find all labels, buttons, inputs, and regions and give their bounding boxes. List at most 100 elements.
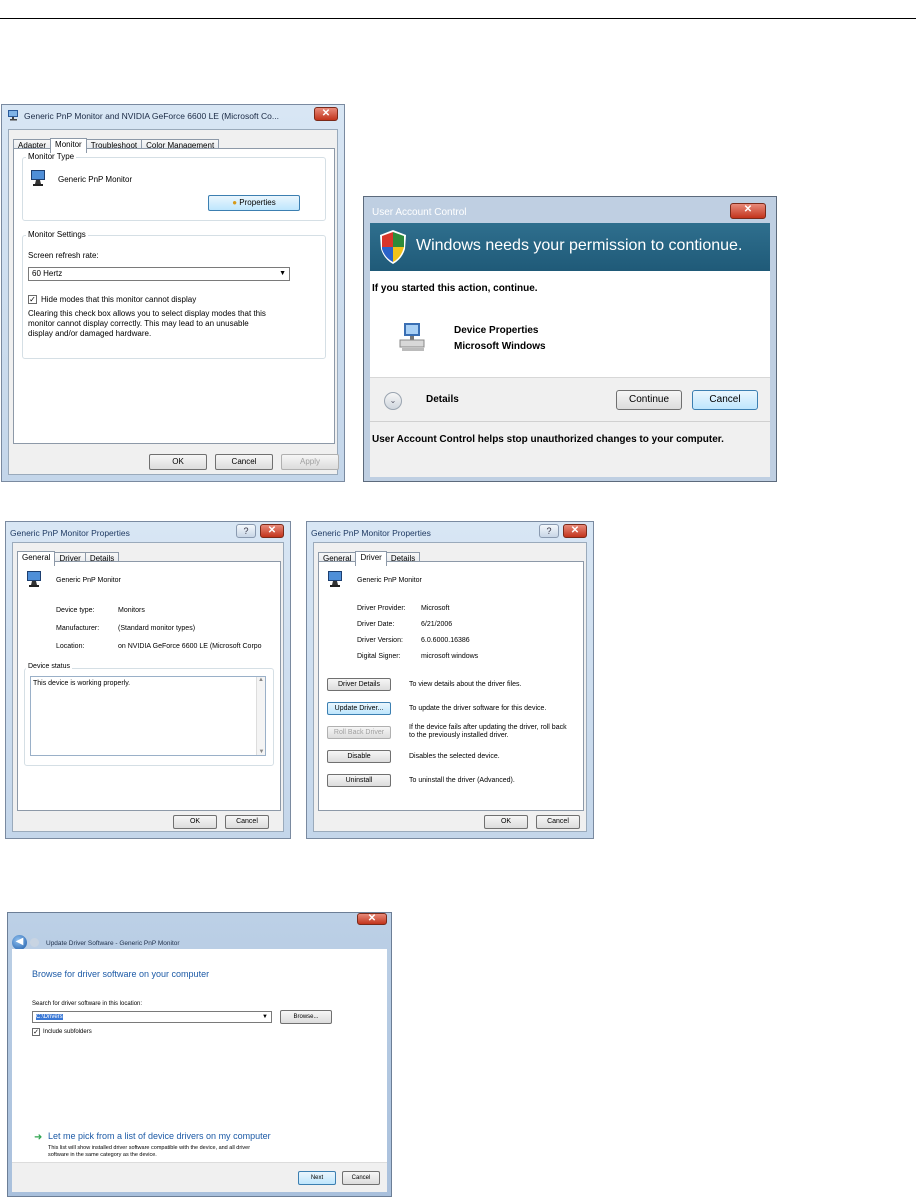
page-heading: Browse for driver software on your compu…	[32, 969, 210, 979]
device-type-value: Monitors	[118, 607, 145, 614]
disable-desc: Disables the selected device.	[409, 753, 500, 760]
cancel-button[interactable]: Cancel	[215, 454, 273, 470]
uac-footer: User Account Control helps stop unauthor…	[370, 421, 770, 477]
page-top-rule	[0, 18, 916, 19]
device-status-label: Device status	[26, 662, 73, 672]
refresh-rate-value: 60 Hertz	[32, 269, 63, 278]
ok-button[interactable]: OK	[173, 815, 217, 829]
device-status-text: This device is working properly.	[33, 680, 131, 687]
general-properties-window: Generic PnP Monitor Properties ? ✕ Gener…	[5, 521, 291, 839]
hide-modes-checkbox[interactable]: ✓	[28, 295, 37, 304]
started-text: If you started this action, continue.	[372, 283, 538, 294]
scrollbar[interactable]: ▲ ▼	[256, 677, 265, 755]
tab-general[interactable]: General	[17, 551, 56, 566]
description-line-3: display and/or damaged hardware.	[28, 329, 152, 338]
digital-signer-value: microsoft windows	[421, 653, 479, 660]
include-subfolders-label: Include subfolders	[43, 1029, 92, 1035]
display-properties-window: Generic PnP Monitor and NVIDIA GeForce 6…	[1, 104, 345, 482]
digital-signer-label: Digital Signer:	[357, 653, 401, 660]
tab-monitor[interactable]: Monitor	[50, 138, 87, 153]
uac-footer-text: User Account Control helps stop unauthor…	[372, 434, 724, 445]
uac-banner-message: Windows needs your permission to contion…	[416, 237, 743, 254]
monitor-settings-label: Monitor Settings	[26, 230, 88, 240]
disable-button[interactable]: Disable	[327, 750, 391, 763]
apply-button[interactable]: Apply	[281, 454, 339, 470]
pick-from-list-link[interactable]: Let me pick from a list of device driver…	[48, 1131, 271, 1142]
forward-arrow-icon[interactable]	[30, 938, 39, 947]
driver-path-input[interactable]: C:\Drivers ▼	[32, 1011, 272, 1023]
device-type-label: Device type:	[56, 607, 95, 614]
driver-provider-value: Microsoft	[421, 605, 450, 612]
close-button[interactable]: ✕	[357, 913, 387, 925]
roll-back-driver-button[interactable]: Roll Back Driver	[327, 726, 391, 739]
driver-details-desc: To view details about the driver files.	[409, 681, 522, 688]
green-arrow-icon: ➜	[34, 1132, 43, 1143]
close-button[interactable]: ✕	[260, 524, 284, 538]
pick-desc-line-2: software in the same category as the dev…	[48, 1152, 157, 1158]
scroll-down-icon[interactable]: ▼	[257, 749, 266, 755]
driver-version-label: Driver Version:	[357, 637, 403, 644]
update-driver-button[interactable]: Update Driver...	[327, 702, 391, 715]
driver-details-button[interactable]: Driver Details	[327, 678, 391, 691]
dialog-body: Adapter Monitor Troubleshoot Color Manageme…	[8, 129, 339, 475]
wizard-content: Browse for driver software on your compu…	[12, 949, 387, 1192]
cancel-button[interactable]: Cancel	[225, 815, 269, 829]
ok-button[interactable]: OK	[484, 815, 528, 829]
monitor-type-label: Monitor Type	[26, 152, 77, 162]
refresh-rate-label: Screen refresh rate:	[28, 251, 99, 260]
properties-button[interactable]: ● Properties	[208, 195, 300, 211]
device-status-box[interactable]: This device is working properly. ▲ ▼	[30, 676, 266, 756]
back-arrow-icon[interactable]: ◀	[12, 935, 27, 950]
tab-driver[interactable]: Driver	[355, 551, 387, 566]
browse-button[interactable]: Browse...	[280, 1010, 332, 1024]
ok-button[interactable]: OK	[149, 454, 207, 470]
monitor-type-group	[22, 157, 326, 221]
close-button[interactable]: ✕	[314, 107, 338, 121]
refresh-rate-select[interactable]: 60 Hertz ▼	[28, 267, 290, 281]
dropdown-arrow-icon: ▼	[262, 1014, 268, 1020]
cancel-button[interactable]: Cancel	[692, 390, 758, 410]
device-name: Generic PnP Monitor	[357, 577, 422, 584]
expand-details-icon[interactable]: ⌄	[384, 392, 402, 410]
description-line-1: Clearing this check box allows you to se…	[28, 309, 266, 318]
continue-button[interactable]: Continue	[616, 390, 682, 410]
location-value: on NVIDIA GeForce 6600 LE (Microsoft Cor…	[118, 643, 262, 650]
dialog-body: General Driver Details Generic PnP Monitor…	[313, 542, 587, 832]
computer-icon	[399, 323, 425, 351]
monitor-icon	[328, 571, 342, 587]
shield-icon: ●	[232, 198, 238, 207]
driver-provider-label: Driver Provider:	[357, 605, 406, 612]
help-button[interactable]: ?	[236, 524, 256, 538]
location-label: Location:	[56, 643, 85, 650]
roll-back-driver-desc: If the device fails after updating the d…	[409, 724, 567, 739]
search-location-label: Search for driver software in this locat…	[32, 1001, 143, 1007]
uninstall-desc: To uninstall the driver (Advanced).	[409, 777, 515, 784]
next-button[interactable]: Next	[298, 1171, 336, 1185]
pick-desc-line-1: This list will show installed driver sof…	[48, 1145, 251, 1151]
close-button[interactable]: ✕	[563, 524, 587, 538]
hide-modes-label: Hide modes that this monitor cannot disp…	[41, 295, 197, 304]
uninstall-button[interactable]: Uninstall	[327, 774, 391, 787]
tab-panel: Generic PnP Monitor Driver Provider: Mic…	[318, 561, 584, 811]
driver-version-value: 6.0.6000.16386	[421, 637, 470, 644]
driver-properties-window: Generic PnP Monitor Properties ? ✕ Gener…	[306, 521, 594, 839]
help-button[interactable]: ?	[539, 524, 559, 538]
include-subfolders-checkbox[interactable]: ✓	[32, 1028, 40, 1036]
uac-actions-bar: ⌄ Details Continue Cancel	[370, 377, 770, 421]
tab-panel: Generic PnP Monitor Device type: Monitor…	[17, 561, 281, 811]
monitor-name: Generic PnP Monitor	[58, 175, 133, 184]
close-button[interactable]: ✕	[730, 203, 766, 219]
wizard-footer: Next Cancel	[12, 1162, 387, 1192]
tab-strip: General Driver Details	[318, 547, 421, 566]
cancel-button[interactable]: Cancel	[342, 1171, 380, 1185]
publisher: Microsoft Windows	[454, 341, 546, 352]
details-label[interactable]: Details	[426, 394, 459, 405]
scroll-up-icon[interactable]: ▲	[257, 677, 265, 683]
description-line-2: monitor cannot display correctly. This m…	[28, 319, 249, 328]
cancel-button[interactable]: Cancel	[536, 815, 580, 829]
shield-icon	[380, 230, 406, 264]
properties-label: Properties	[239, 198, 276, 207]
manufacturer-label: Manufacturer:	[56, 625, 100, 632]
update-driver-desc: To update the driver software for this d…	[409, 705, 547, 712]
uac-banner: Windows needs your permission to contion…	[370, 223, 770, 271]
